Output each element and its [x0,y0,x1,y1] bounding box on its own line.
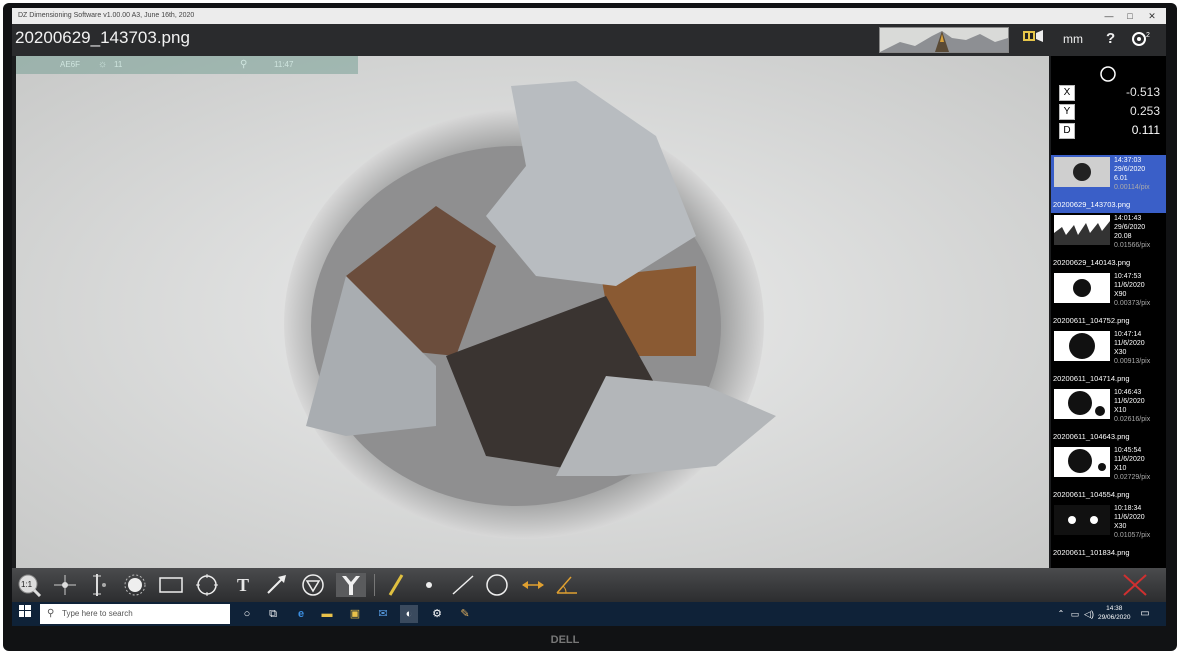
app-logo [879,27,1009,53]
edge-browser-icon[interactable]: e [292,605,310,623]
thumbnail-image [1054,215,1110,245]
app-header: 20200629_143703.png mm ? 2 [12,24,1166,56]
pencil-icon[interactable] [384,573,410,597]
overlay-mid-text: 11 [114,60,123,69]
line-icon[interactable] [450,573,476,597]
taskbar-search-input[interactable]: ⚲ Type here to search [40,604,230,624]
auto-edge-icon[interactable] [122,573,148,597]
thumbnail-meta: 10:18:34 11/6/2020 X30 0.01057/pix [1114,505,1151,539]
triangle-circle-icon[interactable] [300,573,326,597]
thumbnail-item[interactable]: 10:46:43 11/6/2020 X10 0.02616/pix 20200611… [1051,387,1166,445]
thumbnail-item[interactable]: 14:37:03 29/6/2020 6.01 0.00114/pix 2020062… [1051,155,1166,213]
thumbnail-image [1054,389,1110,419]
screen: DZ Dimensioning Software v1.00.00 A3, Ju… [12,8,1166,626]
thumbnail-meta: 10:47:53 11/6/2020 X90 0.00373/pix [1114,273,1151,307]
rectangle-tool-icon[interactable] [158,573,184,597]
taskbar-clock[interactable]: 14:38 29/06/2020 [1098,604,1131,622]
settings-gear-icon[interactable]: ⚙ [428,605,446,623]
thumbnail-meta: 14:37:03 29/6/2020 6.01 0.00114/pix [1114,157,1150,191]
thumbnail-image [1054,331,1110,361]
overlay-right-text: 11:47 [274,60,294,69]
thumbnail-filename: 20200611_104643.png [1053,432,1130,441]
window-titlebar: DZ Dimensioning Software v1.00.00 A3, Ju… [12,8,1166,24]
notifications-icon[interactable]: ▭ [1136,605,1154,623]
thumbnail-item[interactable]: 10:18:34 11/6/2020 X30 0.01057/pix 20200611… [1051,503,1166,561]
svg-text:1:1: 1:1 [21,580,33,589]
thumbnail-item[interactable]: 10:47:53 11/6/2020 X90 0.00373/pix 20200611… [1051,271,1166,329]
thumbnail-filename: 20200611_104714.png [1053,374,1130,383]
help-button[interactable]: ? [1106,30,1115,47]
search-placeholder: Type here to search [62,609,133,618]
text-tool-button[interactable]: T [230,573,256,597]
y-value: 0.253 [1129,104,1160,118]
thumbnail-filename: 20200629_140143.png [1053,258,1131,267]
magnifier-icon: ⚲ [240,59,248,70]
thumbnail-image [1054,157,1110,187]
thumbnail-filename: 20200611_104752.png [1053,316,1130,325]
thumbnail-meta: 10:45:54 11/6/2020 X10 0.02729/pix [1114,447,1151,481]
image-info-bar: AE6F ☼ 11 ⚲ 11:47 [16,56,358,74]
monitor-brand-logo: DELL [550,634,580,646]
angle-icon[interactable] [554,573,580,597]
microscope-image-view[interactable]: AE6F ☼ 11 ⚲ 11:47 [16,56,1049,568]
thumbnail-item[interactable]: 10:45:54 11/6/2020 X10 0.02729/pix 20200611… [1051,445,1166,503]
task-view-icon[interactable]: ⧉ [264,605,282,623]
volume-icon[interactable]: ◁) [1080,605,1098,623]
end-mill-image [16,56,1049,568]
file-explorer-icon[interactable]: ▬ [318,605,336,623]
thumbnail-item[interactable]: 10:47:14 11/6/2020 X30 0.00913/pix 20200611… [1051,329,1166,387]
svg-text:2: 2 [1146,32,1150,39]
thumbnail-meta: 10:46:43 11/6/2020 X10 0.02616/pix [1114,389,1151,423]
arrow-tool-icon[interactable] [264,573,290,597]
maximize-button[interactable]: □ [1118,8,1142,24]
clock-time: 14:38 [1106,605,1123,612]
crosshair-point-icon[interactable] [52,573,78,597]
brightness-icon: ☼ [98,59,108,70]
d-label: D [1059,123,1075,139]
scale-1to1-button[interactable]: 1:1 [16,573,42,598]
thumbnail-item[interactable]: 14:01:43 29/6/2020 20.08 0.01566/pix 202006… [1051,213,1166,271]
right-panel: X -0.513 Y 0.253 D 0.111 14:37:03 29/6/20… [1051,56,1166,568]
delete-icon[interactable] [1120,573,1150,597]
thumbnail-image [1054,447,1110,477]
point-icon[interactable] [416,573,442,597]
circle-mode-icon[interactable] [1098,64,1118,84]
distance-icon[interactable] [520,573,546,597]
close-window-button[interactable]: ✕ [1140,8,1164,24]
mountain-logo-icon [880,31,1008,52]
d-value: 0.111 [1131,123,1160,137]
file-name: 20200629_143703.png [15,28,190,47]
thumbnail-meta: 14:01:43 29/6/2020 20.08 0.01566/pix [1114,215,1151,249]
tool-type-icon[interactable] [336,573,366,597]
thumbnail-image [1054,273,1110,303]
settings-icon[interactable]: 2 [1132,31,1152,50]
thumbnail-filename: 20200611_104554.png [1053,490,1130,499]
thumbnail-filename: 20200629_143703.png [1053,200,1131,209]
camera-icon[interactable] [1022,29,1044,46]
vertical-caliper-icon[interactable] [84,573,110,597]
y-label: Y [1059,104,1075,120]
x-value: -0.513 [1125,85,1160,99]
thumbnail-meta: 10:47:14 11/6/2020 X30 0.00913/pix [1114,331,1151,365]
image-history-list: 14:37:03 29/6/2020 6.01 0.00114/pix 2020062… [1051,155,1166,561]
windows-start-icon[interactable] [16,605,34,623]
search-icon: ⚲ [47,608,55,619]
window-title: DZ Dimensioning Software v1.00.00 A3, Ju… [18,12,195,19]
thumbnail-filename: 20200611_101834.png [1053,548,1130,557]
dimensioning-app-icon[interactable]: ◐ [400,605,418,623]
circle-icon[interactable] [484,573,510,597]
measurement-toolbar: 1:1 T [12,568,1166,602]
x-label: X [1059,85,1075,101]
circle-tool-icon[interactable] [194,573,220,597]
windows-taskbar: ⚲ Type here to search ○ ⧉ e ▬ ▣ ✉ ◐ ⚙ ✎ … [12,602,1166,626]
cortana-icon[interactable]: ○ [238,605,256,623]
paint-icon[interactable]: ✎ [456,605,474,623]
overlay-left-text: AE6F [60,60,81,69]
toolbar-divider [374,574,375,596]
mail-icon[interactable]: ✉ [374,605,392,623]
units-toggle[interactable]: mm [1063,32,1083,46]
clock-date: 29/06/2020 [1098,614,1131,621]
thumbnail-image [1054,505,1110,535]
store-icon[interactable]: ▣ [346,605,364,623]
